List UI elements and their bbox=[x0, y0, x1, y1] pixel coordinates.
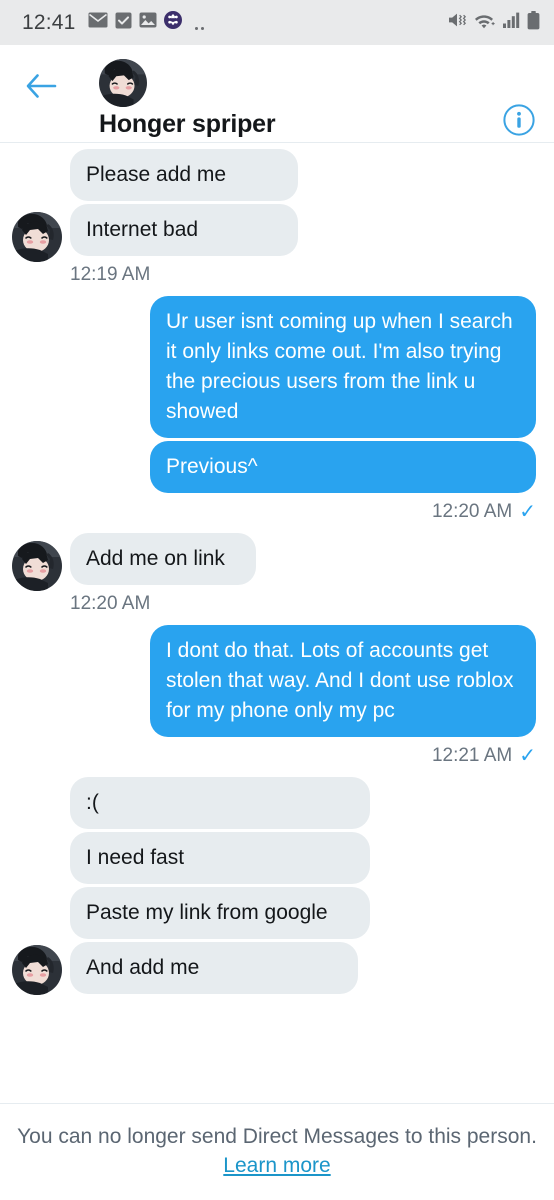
more-dots-icon bbox=[194, 14, 204, 32]
status-clock: 12:41 bbox=[22, 10, 76, 34]
contact-avatar-image bbox=[12, 945, 62, 995]
battery-icon bbox=[527, 10, 540, 35]
avatar[interactable] bbox=[12, 945, 62, 995]
message-group-incoming-3: :( I need fast Paste my link from google… bbox=[0, 777, 554, 997]
message-timestamp-row: 12:20 AM ✓ bbox=[432, 501, 536, 523]
message-timestamp-row: 12:20 AM bbox=[70, 593, 150, 615]
message-group-incoming-1: Please add me Internet bad 12:19 AM bbox=[0, 149, 554, 290]
message-timestamp: 12:21 AM bbox=[431, 745, 513, 766]
message-timestamp: 12:20 AM bbox=[431, 501, 513, 522]
delivered-check-icon: ✓ bbox=[519, 501, 536, 523]
mail-icon bbox=[88, 12, 108, 33]
info-circle-icon bbox=[503, 104, 535, 136]
direct-message-screen: 12:41 Honger spriper Please add me Inter… bbox=[0, 0, 554, 1200]
notice-text: You can no longer send Direct Messages t… bbox=[17, 1125, 537, 1148]
message-timestamp: 12:20 AM bbox=[70, 593, 151, 614]
message-timestamp-row: 12:21 AM ✓ bbox=[432, 745, 536, 767]
conversation-header: Honger spriper bbox=[0, 45, 554, 143]
wifi-icon bbox=[474, 11, 496, 34]
learn-more-link[interactable]: Learn more bbox=[223, 1154, 330, 1178]
avatar[interactable] bbox=[12, 212, 62, 262]
contact-avatar-image bbox=[12, 212, 62, 262]
message-bubble[interactable]: Previous^ bbox=[150, 441, 536, 493]
message-timestamp: 12:19 AM bbox=[70, 264, 151, 285]
message-bubble[interactable]: Add me on link bbox=[70, 533, 256, 585]
message-group-incoming-2: Add me on link 12:20 AM bbox=[0, 533, 554, 619]
contact-avatar-image bbox=[99, 59, 147, 107]
back-arrow-icon bbox=[26, 74, 57, 98]
back-button[interactable] bbox=[22, 67, 60, 105]
checkbox-icon bbox=[115, 12, 132, 34]
avatar[interactable] bbox=[99, 59, 147, 107]
status-bar: 12:41 bbox=[0, 0, 554, 45]
message-bubble[interactable]: Internet bad bbox=[70, 204, 298, 256]
page-title: Honger spriper bbox=[99, 110, 276, 138]
app-badge-icon bbox=[163, 11, 182, 34]
avatar[interactable] bbox=[12, 541, 62, 591]
message-list[interactable]: Please add me Internet bad 12:19 AM Ur u… bbox=[0, 143, 554, 1103]
message-bubble[interactable]: I dont do that. Lots of accounts get sto… bbox=[150, 625, 536, 737]
message-bubble[interactable]: :( bbox=[70, 777, 370, 829]
message-group-outgoing-2: I dont do that. Lots of accounts get sto… bbox=[0, 625, 554, 771]
mute-vibrate-icon bbox=[447, 11, 467, 34]
image-icon bbox=[139, 12, 157, 33]
message-bubble[interactable]: Paste my link from google bbox=[70, 887, 370, 939]
message-bubble[interactable]: Ur user isnt coming up when I search it … bbox=[150, 296, 536, 438]
signal-bars-icon bbox=[503, 11, 520, 34]
message-bubble[interactable]: Please add me bbox=[70, 149, 298, 201]
contact-avatar-image bbox=[12, 541, 62, 591]
dm-disabled-notice: You can no longer send Direct Messages t… bbox=[0, 1103, 554, 1200]
status-left-icons bbox=[88, 11, 204, 34]
status-right-icons bbox=[447, 10, 540, 35]
message-bubble[interactable]: And add me bbox=[70, 942, 358, 994]
message-bubble[interactable]: I need fast bbox=[70, 832, 370, 884]
message-group-outgoing-1: Ur user isnt coming up when I search it … bbox=[0, 296, 554, 527]
message-timestamp-row: 12:19 AM bbox=[70, 264, 150, 286]
delivered-check-icon: ✓ bbox=[519, 745, 536, 767]
info-button[interactable] bbox=[502, 103, 536, 137]
